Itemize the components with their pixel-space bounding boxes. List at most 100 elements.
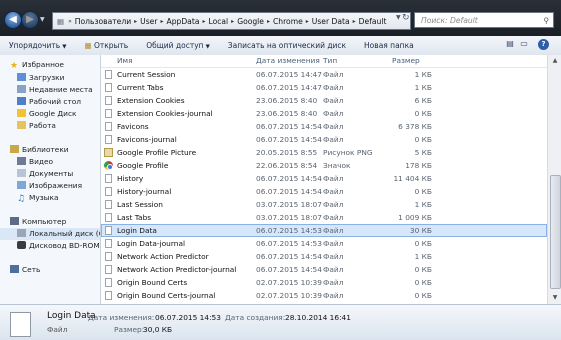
column-name[interactable]: Имя [117, 56, 133, 65]
breadcrumb-item[interactable]: Пользователи [73, 17, 133, 26]
breadcrumb-item[interactable]: AppData [165, 17, 202, 26]
file-size: 1 КБ [414, 252, 432, 261]
forward-button[interactable]: ▶ [21, 11, 39, 29]
file-icon [105, 252, 112, 261]
nav-downloads[interactable]: Загрузки [0, 72, 100, 84]
file-row[interactable]: Google Profile Picture 20.05.2015 8:55 Рис… [101, 146, 547, 159]
recent-pages-icon[interactable]: ▼ [40, 16, 45, 23]
file-row[interactable]: Current Session 06.07.2015 14:47 Файл 1 КБ [101, 68, 547, 81]
details-modified-value: 06.07.2015 14:53 [155, 313, 221, 322]
scroll-down-icon[interactable]: ▼ [548, 292, 561, 304]
breadcrumb-item[interactable]: Default [357, 17, 389, 26]
file-type: Файл [323, 213, 344, 222]
back-button[interactable]: ◀ [4, 11, 22, 29]
file-row[interactable]: Network Action Predictor 06.07.2015 14:54… [101, 250, 547, 263]
nav-network[interactable]: Сеть [0, 264, 100, 276]
nav-libraries[interactable]: Библиотеки [0, 144, 100, 156]
share-button[interactable]: Общий доступ ▼ [137, 41, 219, 50]
file-row[interactable]: Extension Cookies-journal 23.06.2015 8:40… [101, 107, 547, 120]
file-row[interactable]: Login Data-journal 06.07.2015 14:53 Файл 0 … [101, 237, 547, 250]
nav-music[interactable]: ♫ Музыка [0, 192, 100, 204]
file-row[interactable]: Current Tabs 06.07.2015 14:47 Файл 1 КБ [101, 81, 547, 94]
nav-desktop[interactable]: Рабочий стол [0, 96, 100, 108]
column-size[interactable]: Размер [392, 56, 420, 65]
file-row[interactable]: History 06.07.2015 14:54 Файл 11 404 КБ [101, 172, 547, 185]
file-date: 06.07.2015 14:54 [256, 174, 322, 183]
breadcrumb-item[interactable]: User Data [310, 17, 352, 26]
details-created-label: Дата создания: [225, 313, 286, 322]
file-row[interactable]: Network Action Predictor-journal 06.07.20… [101, 263, 547, 276]
nav-work[interactable]: Работа [0, 120, 100, 132]
file-row[interactable]: Login Data 06.07.2015 14:53 Файл 30 КБ [101, 224, 547, 237]
file-type: Файл [323, 226, 344, 235]
nav-recent-places[interactable]: Недавние места [0, 84, 100, 96]
refresh-icon[interactable]: ↻ [402, 13, 410, 23]
file-icon [105, 70, 112, 79]
file-row[interactable]: Origin Bound Certs-journal 02.07.2015 10:… [101, 289, 547, 302]
organize-button[interactable]: Упорядочить ▼ [0, 41, 75, 50]
open-button[interactable]: ▦ Открыть [75, 41, 137, 50]
column-type[interactable]: Тип [323, 56, 337, 65]
file-date: 06.07.2015 14:54 [256, 122, 322, 131]
file-name: Extension Cookies-journal [117, 109, 213, 118]
chrome-icon [104, 161, 113, 170]
breadcrumb-item[interactable]: Chrome [271, 17, 305, 26]
file-type: Файл [323, 239, 344, 248]
file-row[interactable]: History-journal 06.07.2015 14:54 Файл 0 КБ [101, 185, 547, 198]
file-row[interactable]: Origin Bound Certs 02.07.2015 10:39 Файл 0 … [101, 276, 547, 289]
nav-favorites[interactable]: ★ Избранное [0, 59, 100, 71]
file-name: History [117, 174, 144, 183]
nav-bd-rom[interactable]: Дисковод BD-ROM [0, 240, 100, 252]
new-folder-button[interactable]: Новая папка [355, 41, 423, 50]
search-icon: ⚲ [543, 16, 549, 25]
computer-icon [10, 217, 19, 225]
nav-documents[interactable]: Документы [0, 168, 100, 180]
file-row[interactable]: Extension Cookies 23.06.2015 8:40 Файл 6 КБ [101, 94, 547, 107]
scroll-thumb[interactable] [550, 175, 561, 289]
vertical-scrollbar[interactable]: ▲ ▼ [547, 55, 561, 304]
address-dropdown-icon[interactable]: ▼ [396, 14, 401, 21]
file-name: History-journal [117, 187, 172, 196]
nav-google-drive[interactable]: Google Диск [0, 108, 100, 120]
nav-images[interactable]: Изображения [0, 180, 100, 192]
file-date: 02.07.2015 10:39 [256, 278, 322, 287]
file-type: Файл [323, 83, 344, 92]
video-icon [17, 157, 26, 165]
breadcrumb-item[interactable]: Google [235, 17, 266, 26]
nav-local-disk[interactable]: Локальный диск (C [0, 228, 100, 240]
address-bar[interactable]: ▦ » Пользователи ▸ User ▸ AppData ▸ Local ▸ … [52, 12, 411, 30]
column-header: Имя Дата изменения Тип Размер [101, 55, 547, 68]
file-icon [105, 291, 112, 300]
file-type: Файл [323, 70, 344, 79]
file-size: 5 КБ [414, 148, 432, 157]
help-icon[interactable]: ? [538, 39, 549, 50]
column-date[interactable]: Дата изменения [256, 56, 320, 65]
file-date: 23.06.2015 8:40 [256, 96, 318, 105]
file-row[interactable]: Last Session 03.07.2015 18:07 Файл 1 КБ [101, 198, 547, 211]
file-icon [105, 187, 112, 196]
file-size: 1 КБ [414, 83, 432, 92]
scroll-up-icon[interactable]: ▲ [548, 55, 561, 67]
breadcrumb-item[interactable]: User [138, 17, 159, 26]
file-date: 22.06.2015 8:54 [256, 161, 318, 170]
breadcrumb-item[interactable]: Local [206, 17, 230, 26]
file-row[interactable]: Favicons-journal 06.07.2015 14:54 Файл 0 КБ [101, 133, 547, 146]
details-pane: Login Data Файл Дата изменения: 06.07.20… [0, 304, 561, 340]
file-type: Значок [323, 161, 351, 170]
preview-pane-icon[interactable]: ▭ [517, 39, 531, 51]
hard-drive-icon [17, 229, 26, 237]
file-name: Login Data [117, 226, 157, 235]
open-icon: ▦ [84, 41, 92, 50]
recent-places-icon [17, 85, 26, 93]
file-row[interactable]: Google Profile 22.06.2015 8:54 Значок 178 К… [101, 159, 547, 172]
file-icon [105, 226, 112, 235]
view-options-icon[interactable]: ▤ [503, 39, 517, 51]
search-input[interactable]: Поиск: Default ⚲ [414, 12, 554, 28]
file-row[interactable]: Last Tabs 03.07.2015 18:07 Файл 1 009 КБ [101, 211, 547, 224]
details-created-value: 28.10.2014 16:41 [285, 313, 351, 322]
nav-computer[interactable]: Компьютер [0, 216, 100, 228]
nav-video[interactable]: Видео [0, 156, 100, 168]
file-row[interactable]: Favicons 06.07.2015 14:54 Файл 6 378 КБ [101, 120, 547, 133]
title-bar: ◀ ▶ ▼ ▦ » Пользователи ▸ User ▸ AppData ▸ L… [0, 0, 561, 36]
burn-disc-button[interactable]: Записать на оптический диск [219, 41, 355, 50]
